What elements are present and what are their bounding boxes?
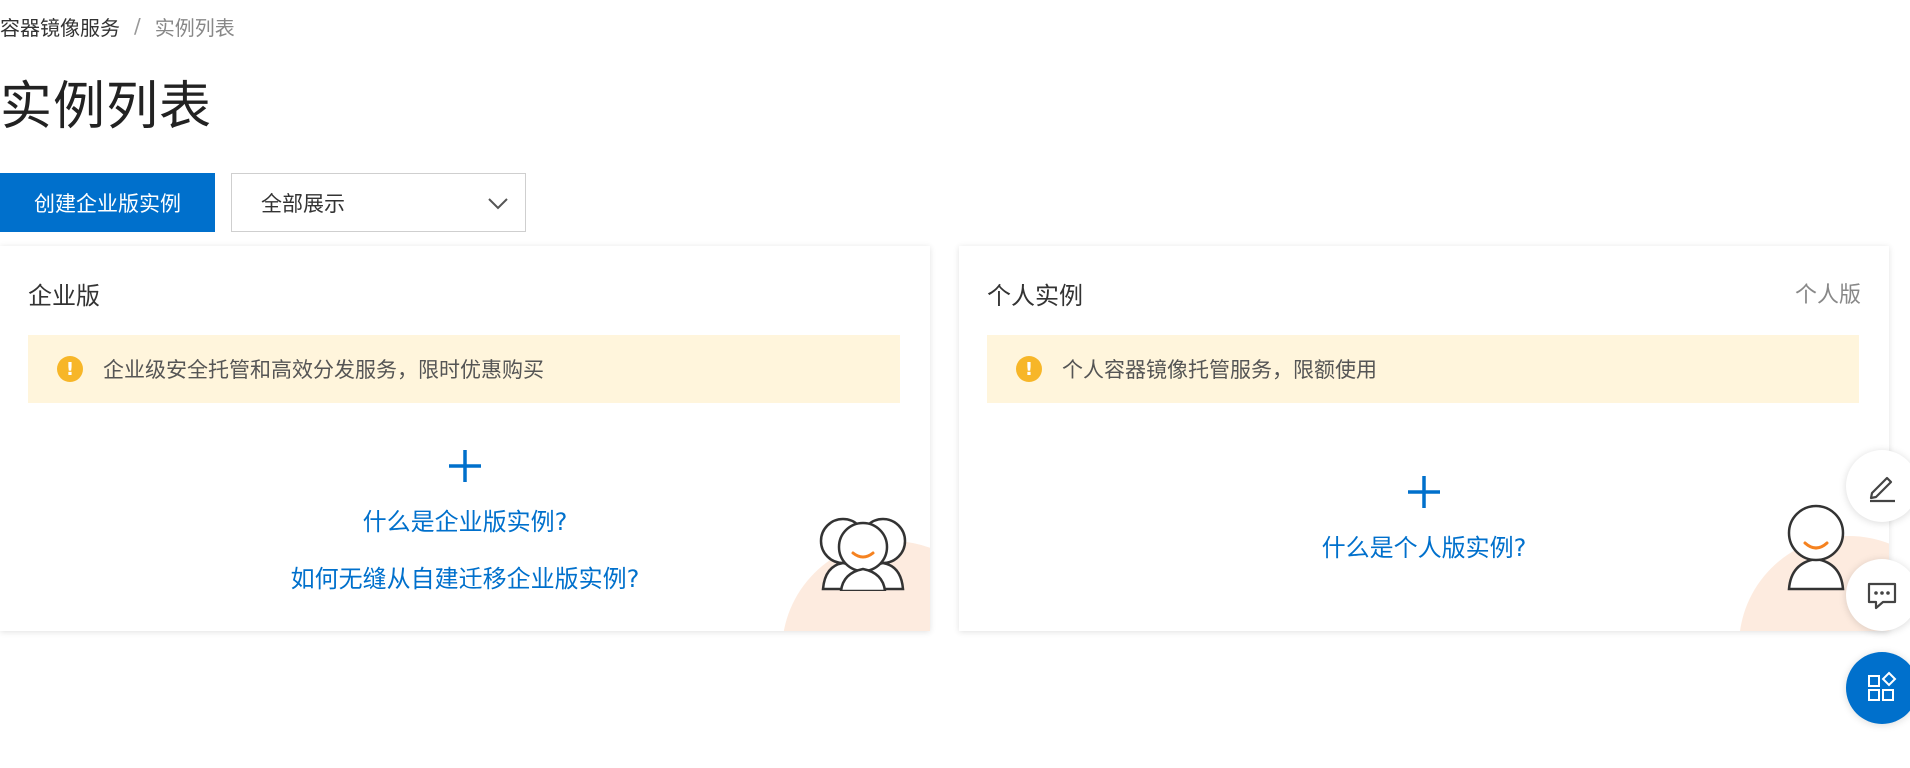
edit-float-button[interactable] — [1846, 450, 1910, 522]
breadcrumb-current: 实例列表 — [154, 15, 235, 40]
create-enterprise-instance-button[interactable]: 创建企业版实例 — [0, 173, 215, 232]
plus-icon[interactable] — [447, 446, 483, 490]
filter-select[interactable]: 全部展示 — [231, 173, 526, 232]
card-body: 什么是个人版实例? — [959, 472, 1889, 563]
notice-banner: ! 企业级安全托管和高效分发服务，限时优惠购买 — [28, 335, 900, 403]
chat-icon — [1867, 582, 1897, 610]
warning-icon: ! — [57, 356, 83, 382]
chevron-down-icon — [488, 197, 508, 209]
what-is-personal-link[interactable]: 什么是个人版实例? — [1322, 528, 1527, 563]
card-title: 个人实例 — [987, 282, 1083, 310]
card-body: 什么是企业版实例? 如何无缝从自建迁移企业版实例? — [0, 446, 930, 594]
edition-tag: 个人版 — [1794, 283, 1861, 308]
person-illustration-icon — [1787, 504, 1845, 591]
filter-select-value: 全部展示 — [261, 191, 345, 216]
personal-card: 个人实例 个人版 ! 个人容器镜像托管服务，限额使用 什么是个人版实例? — [959, 246, 1889, 631]
breadcrumb-link-container-registry[interactable]: 容器镜像服务 — [0, 12, 120, 41]
apps-icon — [1868, 671, 1897, 701]
card-title: 企业版 — [28, 282, 100, 310]
apps-float-button[interactable] — [1846, 652, 1910, 724]
toolbar: 创建企业版实例 全部展示 — [0, 173, 526, 232]
migrate-enterprise-link[interactable]: 如何无缝从自建迁移企业版实例? — [291, 559, 640, 594]
enterprise-card: 企业版 ! 企业级安全托管和高效分发服务，限时优惠购买 什么是企业版实例? 如何… — [0, 246, 930, 631]
plus-icon[interactable] — [1406, 472, 1442, 516]
team-illustration-icon — [819, 517, 907, 591]
notice-text: 企业级安全托管和高效分发服务，限时优惠购买 — [103, 358, 544, 382]
breadcrumb: 容器镜像服务 / 实例列表 — [0, 10, 235, 42]
page-title: 实例列表 — [0, 77, 213, 137]
notice-banner: ! 个人容器镜像托管服务，限额使用 — [987, 335, 1859, 403]
warning-icon: ! — [1016, 356, 1042, 382]
breadcrumb-separator: / — [134, 14, 141, 38]
edit-icon — [1869, 476, 1895, 503]
notice-text: 个人容器镜像托管服务，限额使用 — [1062, 358, 1377, 382]
what-is-enterprise-link[interactable]: 什么是企业版实例? — [363, 502, 568, 537]
feedback-float-button[interactable] — [1846, 559, 1910, 631]
